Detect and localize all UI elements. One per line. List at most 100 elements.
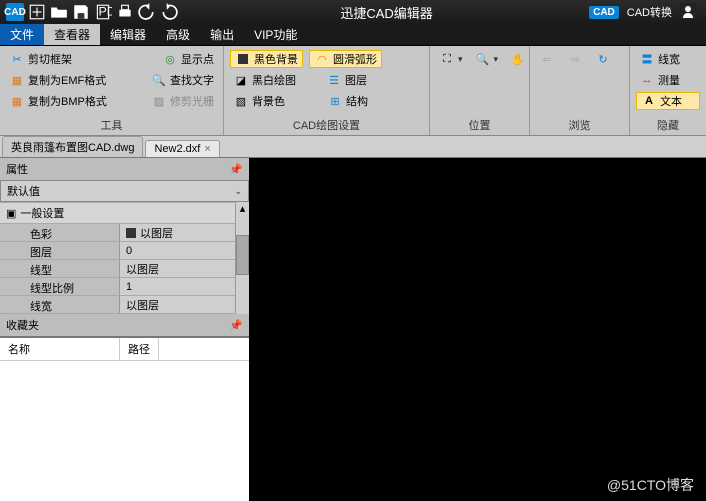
pin-icon[interactable]: 📌	[229, 163, 243, 176]
label: 显示点	[181, 51, 214, 67]
menu-viewer[interactable]: 查看器	[44, 24, 100, 45]
ribbon-group-cad-settings: 黑色背景 ◠圆滑弧形 ◪黑白绘图 ☰图层 ▧背景色 ⊞结构 CAD绘图设置	[224, 46, 430, 135]
bw-icon: ◪	[233, 72, 249, 88]
black-bg-button[interactable]: 黑色背景	[230, 50, 303, 68]
scroll-up-icon[interactable]: ▴	[236, 202, 249, 215]
chevron-down-icon: ⌄	[234, 186, 242, 197]
col-path[interactable]: 路径	[120, 338, 159, 360]
next-button: ⇒	[564, 50, 586, 68]
bw-draw-button[interactable]: ◪黑白绘图	[230, 71, 299, 89]
scrollbar-thumb[interactable]	[236, 235, 249, 275]
bmp-icon: ▦	[9, 93, 25, 109]
fit-button[interactable]: ⛶▾	[436, 50, 466, 68]
user-icon[interactable]	[680, 3, 696, 22]
favorites-panel-title: 收藏夹 📌	[0, 314, 249, 336]
favorites-header: 名称 路径	[0, 338, 249, 361]
refresh-button[interactable]: ↻	[592, 50, 614, 68]
label: 一般设置	[20, 205, 64, 221]
app-icon[interactable]: CAD	[6, 3, 24, 21]
group-label: CAD绘图设置	[228, 115, 425, 133]
raster-icon: ▧	[151, 93, 167, 109]
right-arrow-icon: ⇒	[567, 51, 583, 67]
group-label: 工具	[4, 115, 219, 133]
label: 圆滑弧形	[333, 51, 377, 67]
title-right: CAD CAD转换	[589, 3, 706, 22]
tab-label: New2.dxf	[154, 143, 200, 155]
pin-icon[interactable]: 📌	[229, 319, 243, 332]
section-general[interactable]: ▣ 一般设置	[0, 202, 235, 224]
pdf-icon[interactable]: PDF	[94, 3, 112, 21]
left-pane: 属性 📌 默认值 ⌄ ▣ 一般设置 色彩以图层 图层0 线型以图层 线型比例1 线…	[0, 136, 249, 501]
collapse-icon: ▣	[6, 207, 16, 220]
measure-button[interactable]: ↔测量	[636, 71, 700, 89]
cad-convert-button[interactable]: CAD转换	[627, 4, 672, 20]
label: 黑色背景	[254, 51, 298, 67]
print-icon[interactable]	[116, 3, 134, 21]
arc-icon: ◠	[314, 51, 330, 67]
linewidth-icon: 〓	[639, 51, 655, 67]
find-text-button[interactable]: 🔍查找文字	[148, 71, 217, 89]
favorites-panel: 名称 路径	[0, 336, 249, 501]
tab-label: 英良雨篷布置图CAD.dwg	[11, 139, 134, 155]
label: 属性	[6, 161, 28, 177]
label: 线宽	[658, 51, 680, 67]
prop-row-color[interactable]: 色彩以图层	[0, 224, 235, 242]
prop-row-linetype[interactable]: 线型以图层	[0, 260, 235, 278]
copy-bmp-button[interactable]: ▦复制为BMP格式	[6, 92, 110, 110]
save-icon[interactable]	[72, 3, 90, 21]
bgcolor-icon: ▧	[233, 93, 249, 109]
viewport[interactable]: @51CTO博客	[249, 136, 706, 501]
tab-document-1[interactable]: 英良雨篷布置图CAD.dwg	[2, 136, 143, 157]
group-label: 位置	[434, 115, 525, 133]
prev-button: ⇐	[536, 50, 558, 68]
label: 查找文字	[170, 72, 214, 88]
svg-text:PDF: PDF	[99, 4, 113, 18]
tab-document-2[interactable]: New2.dxf ×	[145, 140, 219, 157]
copy-emf-button[interactable]: ▦复制为EMF格式	[6, 71, 109, 89]
text-button[interactable]: A文本	[636, 92, 700, 110]
ribbon: ✂剪切框架 ◎显示点 ▦复制为EMF格式 🔍查找文字 ▦复制为BMP格式 ▧修剪…	[0, 46, 706, 136]
redo-icon[interactable]	[160, 3, 178, 21]
undo-icon[interactable]	[138, 3, 156, 21]
smooth-arc-button[interactable]: ◠圆滑弧形	[309, 50, 382, 68]
new-icon[interactable]	[28, 3, 46, 21]
app-title: 迅捷CAD编辑器	[184, 3, 589, 22]
label: 图层	[345, 72, 367, 88]
label: 测量	[658, 72, 680, 88]
measure-icon: ↔	[639, 72, 655, 88]
pan-button[interactable]: ✋	[507, 50, 529, 68]
black-bg-icon	[235, 51, 251, 67]
menu-bar: 文件 查看器 编辑器 高级 输出 VIP功能	[0, 24, 706, 46]
ribbon-group-position: ⛶▾ 🔍▾ ✋ 位置	[430, 46, 530, 135]
content-area: 属性 📌 默认值 ⌄ ▣ 一般设置 色彩以图层 图层0 线型以图层 线型比例1 线…	[0, 136, 706, 501]
label: 默认值	[7, 183, 40, 199]
prop-row-linewidth[interactable]: 线宽以图层	[0, 296, 235, 314]
prop-row-ltscale[interactable]: 线型比例1	[0, 278, 235, 296]
default-value-combo[interactable]: 默认值 ⌄	[0, 180, 249, 202]
group-label: 隐藏	[634, 115, 702, 133]
cad-badge-icon[interactable]: CAD	[589, 6, 619, 19]
menu-output[interactable]: 输出	[200, 24, 244, 45]
cut-frame-button[interactable]: ✂剪切框架	[6, 50, 75, 68]
properties-panel-title: 属性 📌	[0, 158, 249, 180]
label: 修剪光栅	[170, 93, 214, 109]
menu-advanced[interactable]: 高级	[156, 24, 200, 45]
scrollbar[interactable]: ▴	[235, 202, 249, 314]
prop-row-layer[interactable]: 图层0	[0, 242, 235, 260]
menu-editor[interactable]: 编辑器	[100, 24, 156, 45]
structure-button[interactable]: ⊞结构	[324, 92, 371, 110]
menu-file[interactable]: 文件	[0, 24, 44, 45]
open-icon[interactable]	[50, 3, 68, 21]
col-name[interactable]: 名称	[0, 338, 120, 360]
menu-vip[interactable]: VIP功能	[244, 24, 307, 45]
zoom-button[interactable]: 🔍▾	[472, 50, 502, 68]
zoom-icon: 🔍	[475, 51, 491, 67]
label: 复制为EMF格式	[28, 72, 106, 88]
layers-button[interactable]: ☰图层	[323, 71, 370, 89]
watermark: @51CTO博客	[607, 475, 694, 495]
bg-color-button[interactable]: ▧背景色	[230, 92, 288, 110]
linewidth-button[interactable]: 〓线宽	[636, 50, 700, 68]
structure-icon: ⊞	[327, 93, 343, 109]
show-points-button[interactable]: ◎显示点	[159, 50, 217, 68]
close-icon[interactable]: ×	[204, 143, 210, 155]
